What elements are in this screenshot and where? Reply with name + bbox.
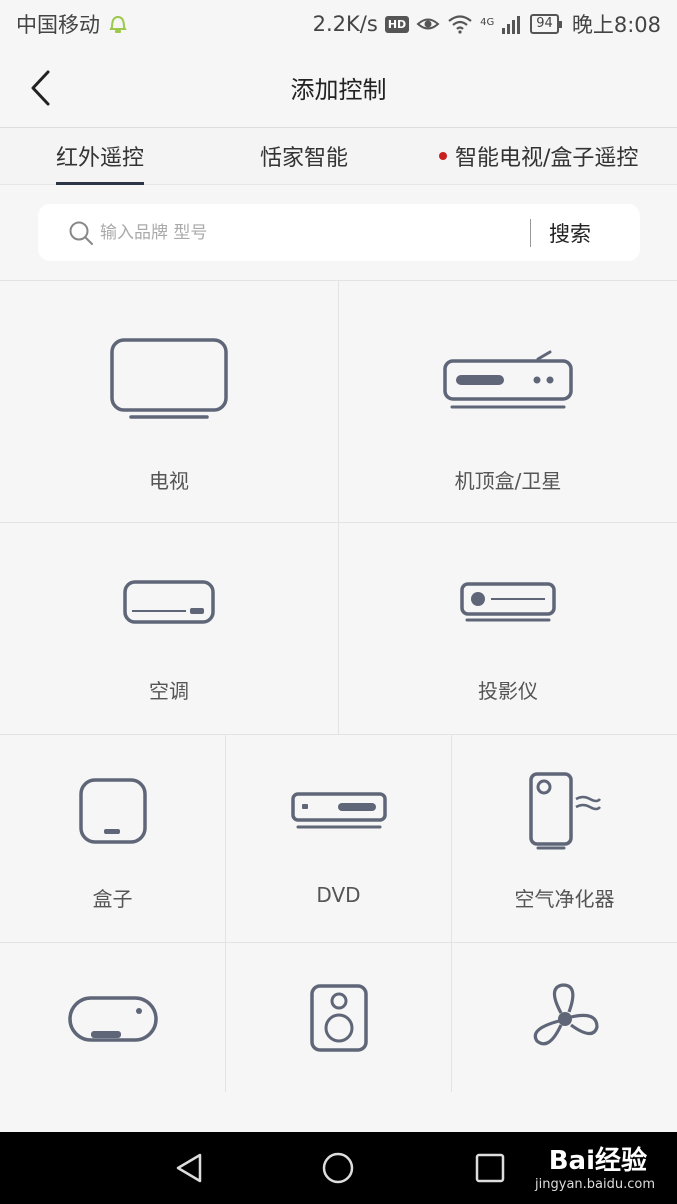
device-label: 投影仪 [478,679,538,703]
search-icon [69,221,93,245]
new-dot-badge [439,152,447,160]
device-air-conditioner[interactable]: 空调 [0,523,339,735]
device-set-top-box[interactable]: 机顶盒/卫星 [339,281,677,523]
chevron-left-icon [31,70,50,106]
projector-icon [460,582,556,622]
network-speed: 2.2K/s [312,12,378,36]
device-air-purifier[interactable]: 空气净化器 [452,735,677,943]
search-button[interactable]: 搜索 [549,218,591,248]
air-conditioner-icon [123,580,215,624]
device-label: DVD [316,883,361,907]
water-heater-icon [67,996,158,1042]
device-tv[interactable]: 电视 [0,281,339,523]
device-row: 盒子 DVD 空气净化器 [0,734,677,943]
carrier-label: 中国移动 [16,13,100,37]
nav-recents-icon[interactable] [470,1150,510,1186]
device-label: 电视 [149,469,189,493]
system-nav-bar: Bai经验 jingyan.baidu.com [0,1132,677,1204]
device-row: 空调 投影仪 [0,522,677,735]
device-label: 机顶盒/卫星 [454,469,562,493]
signal-icon [502,16,521,34]
nav-home-icon[interactable] [318,1150,358,1186]
nav-back-icon[interactable] [170,1150,210,1186]
clock: 晚上8:08 [571,13,661,37]
device-label: 空气净化器 [514,887,615,911]
search-divider [530,218,531,247]
tab-infrared[interactable]: 红外遥控 [56,128,145,185]
tab-smart-tv[interactable]: 智能电视/盒子遥控 [439,128,638,185]
tab-label: 恬家智能 [260,146,349,171]
back-button[interactable] [22,68,58,108]
battery-indicator: 94 [530,14,562,34]
eye-icon [416,18,440,30]
status-bar: 中国移动 2.2K/s HD 4G 94 晚上8:08 [0,0,677,48]
box-icon [78,778,147,844]
notification-icon [109,15,127,33]
device-projector[interactable]: 投影仪 [339,523,677,735]
watermark-url: jingyan.baidu.com [535,1177,655,1192]
wifi-icon [448,15,472,34]
search-bar: 搜索 [38,204,640,261]
network-type: 4G [480,17,495,28]
device-fan[interactable] [452,943,677,1092]
tab-tianjia[interactable]: 恬家智能 [260,128,348,185]
air-purifier-icon [528,772,601,850]
tv-icon [110,338,228,419]
hd-badge: HD [384,15,410,33]
set-top-box-icon [443,350,573,409]
page-title: 添加控制 [290,76,387,104]
device-label: 盒子 [92,887,133,911]
tab-label: 红外遥控 [56,146,145,171]
search-input[interactable] [100,222,520,243]
watermark-logo: Bai经验 [548,1146,647,1176]
device-dvd[interactable]: DVD [226,735,452,943]
tab-label: 智能电视/盒子遥控 [455,146,639,171]
device-box[interactable]: 盒子 [0,735,226,943]
device-row [0,942,677,1092]
device-speaker[interactable] [226,943,452,1092]
tab-bar: 红外遥控 恬家智能 智能电视/盒子遥控 [0,128,677,185]
device-grid: 电视 机顶盒/卫星 空调 投影仪 盒子 DVD 空气净化器 [0,280,677,1092]
speaker-icon [309,984,368,1052]
device-water-heater[interactable] [0,943,226,1092]
device-row: 电视 机顶盒/卫星 [0,280,677,523]
header: 添加控制 [0,48,677,128]
fan-icon [533,983,599,1046]
device-label: 空调 [149,679,189,703]
dvd-icon [290,792,387,829]
